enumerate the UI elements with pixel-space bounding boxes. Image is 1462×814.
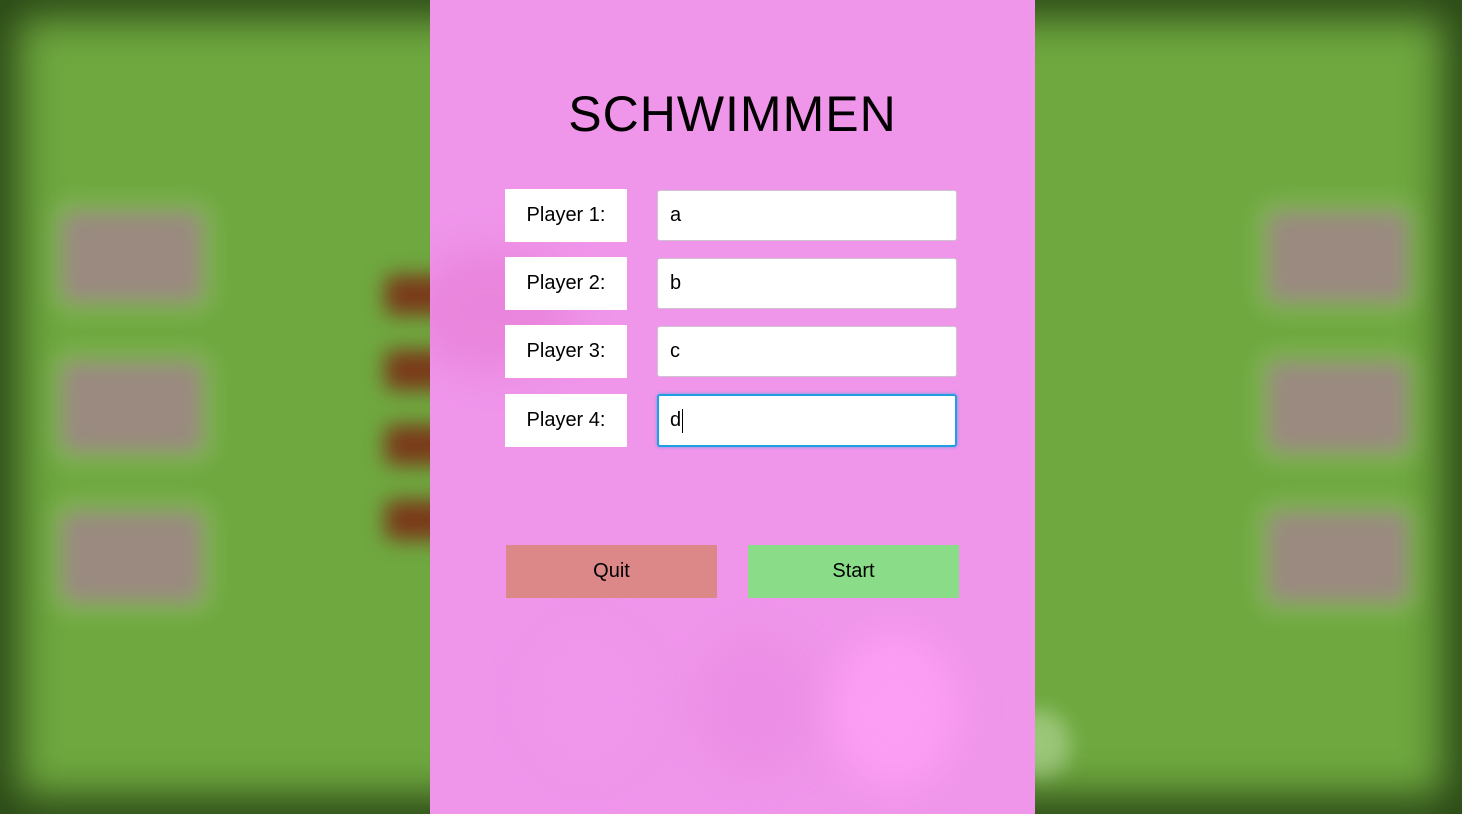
player-3-name-value: c	[670, 340, 680, 362]
bg-card-slot	[62, 512, 202, 602]
player-4-name-value: d	[670, 409, 682, 431]
start-menu-panel: SCHWIMMEN Player 1: a Player 2: b Player…	[430, 0, 1035, 814]
bg-card-slot	[62, 362, 202, 452]
bg-card-slot	[1268, 512, 1408, 602]
page-title: SCHWIMMEN	[568, 86, 897, 142]
player-3-name-input[interactable]: c	[657, 326, 957, 377]
player-3-label: Player 3:	[505, 325, 627, 378]
player-2-name-input[interactable]: b	[657, 258, 957, 309]
bg-card-slot	[1268, 362, 1408, 452]
start-button[interactable]: Start	[748, 545, 959, 598]
player-2-name-value: b	[670, 272, 682, 294]
player-4-label: Player 4:	[505, 394, 627, 447]
player-2-label: Player 2:	[505, 257, 627, 310]
player-1-label: Player 1:	[505, 189, 627, 242]
text-caret	[682, 408, 684, 433]
player-1-name-value: a	[670, 204, 682, 226]
player-1-name-input[interactable]: a	[657, 190, 957, 241]
bg-card-slot	[62, 212, 202, 302]
player-4-name-input[interactable]: d	[657, 394, 957, 447]
game-window: SCHWIMMEN Player 1: a Player 2: b Player…	[0, 0, 1462, 814]
bg-card-slot	[1268, 212, 1408, 302]
quit-button[interactable]: Quit	[506, 545, 717, 598]
